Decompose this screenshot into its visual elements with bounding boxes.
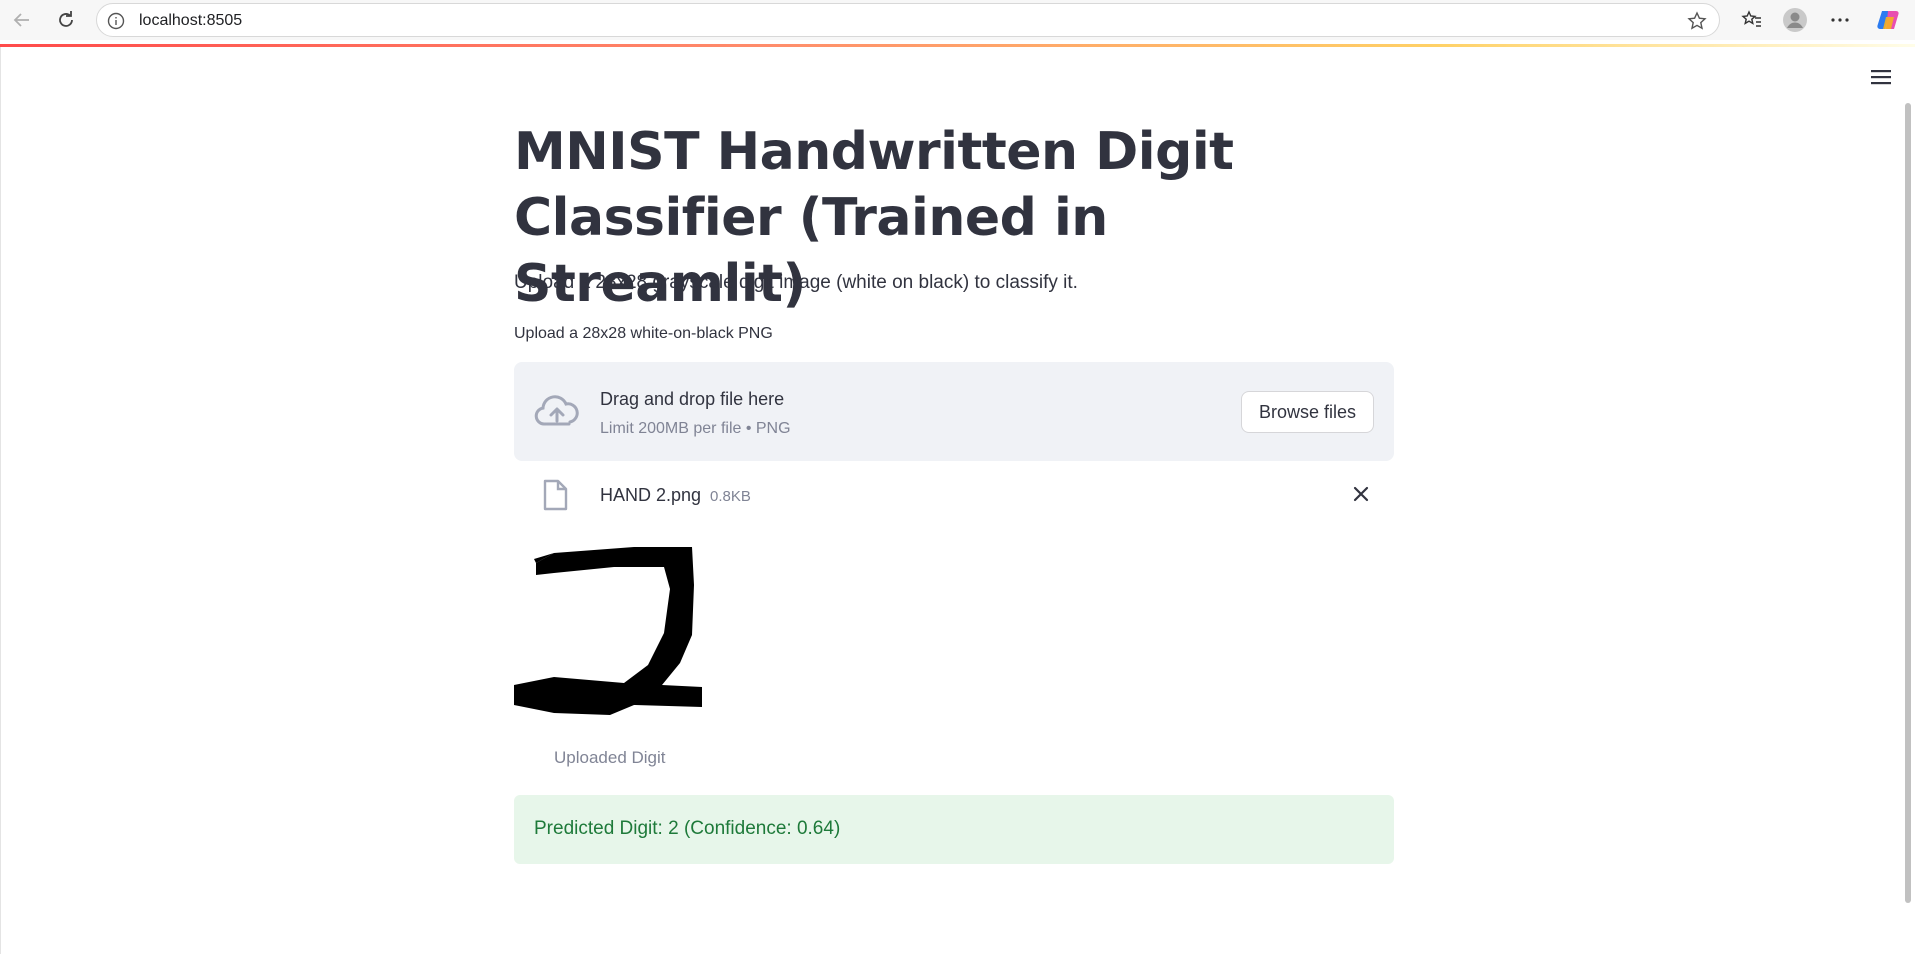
- file-dropzone[interactable]: Drag and drop file here Limit 200MB per …: [514, 362, 1394, 461]
- hamburger-menu-icon[interactable]: [1869, 67, 1893, 87]
- url-text[interactable]: localhost:8505: [139, 12, 242, 30]
- address-bar[interactable]: localhost:8505: [96, 3, 1720, 37]
- prediction-success-alert: Predicted Digit: 2 (Confidence: 0.64): [514, 795, 1394, 864]
- streamlit-app: MNIST Handwritten Digit Classifier (Trai…: [0, 47, 1915, 954]
- uploader-label: Upload a 28x28 white-on-black PNG: [514, 325, 773, 342]
- profile-icon[interactable]: [1781, 6, 1809, 34]
- file-icon: [542, 479, 568, 511]
- star-icon[interactable]: [1687, 11, 1707, 31]
- dropzone-title: Drag and drop file here: [600, 389, 785, 409]
- copilot-icon[interactable]: [1875, 6, 1903, 34]
- arrow-left-icon[interactable]: [8, 6, 36, 34]
- dropzone-limit: Limit 200MB per file • PNG: [600, 420, 791, 437]
- close-icon[interactable]: [1350, 483, 1372, 505]
- browse-files-button[interactable]: Browse files: [1241, 391, 1374, 433]
- uploaded-digit-image: [514, 545, 702, 717]
- uploaded-file-row: HAND 2.png 0.8KB: [514, 475, 1394, 517]
- image-caption: Uploaded Digit: [554, 748, 666, 767]
- page-description: Upload a 28x28 grayscale digit image (wh…: [514, 272, 1078, 293]
- favorites-icon[interactable]: [1738, 6, 1766, 34]
- cloud-upload-icon: [534, 392, 580, 430]
- more-icon[interactable]: [1826, 6, 1854, 34]
- file-size: 0.8KB: [710, 488, 751, 505]
- browser-toolbar: localhost:8505: [0, 0, 1915, 40]
- reload-icon[interactable]: [52, 6, 80, 34]
- prediction-text: Predicted Digit: 2 (Confidence: 0.64): [534, 818, 841, 839]
- info-icon[interactable]: [107, 12, 125, 30]
- scrollbar[interactable]: [1905, 103, 1911, 903]
- file-name: HAND 2.png: [600, 485, 702, 505]
